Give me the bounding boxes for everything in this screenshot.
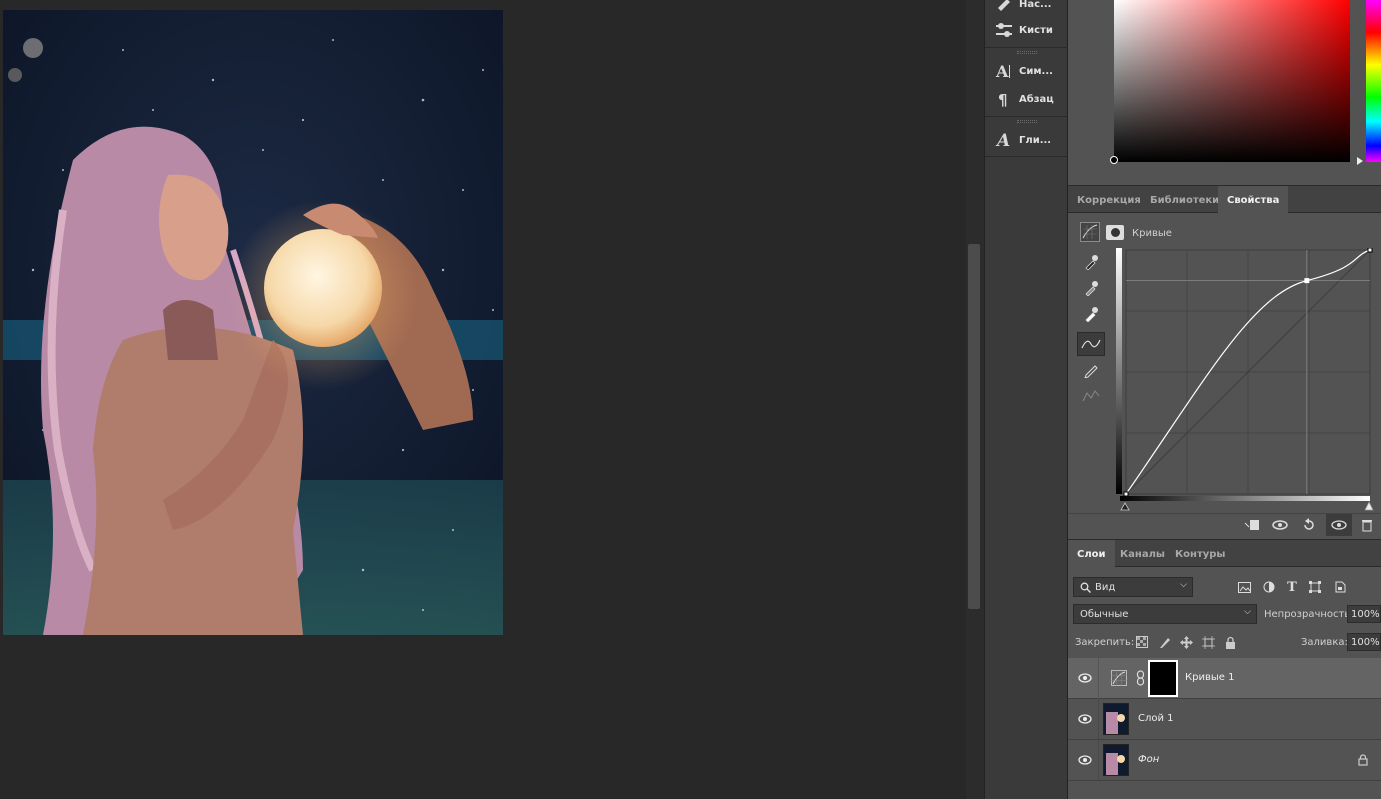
curve-endpoint-black[interactable] (1123, 491, 1129, 497)
smooth-curve-icon[interactable] (1077, 384, 1105, 408)
layer-name[interactable]: Фон (1138, 754, 1159, 765)
color-picker-cursor[interactable] (1110, 156, 1118, 164)
layer-thumbnail[interactable] (1103, 744, 1129, 776)
brush-presets-icon (998, 0, 1010, 11)
blend-mode-select[interactable]: Обычные ⌵ (1073, 604, 1257, 624)
layer-thumbnail[interactable] (1103, 703, 1129, 735)
layer-row-curves[interactable]: Кривые 1 (1068, 658, 1381, 699)
curves-adjustment-icon[interactable] (1080, 222, 1100, 242)
input-gradient-bar (1120, 496, 1370, 501)
fill-label: Заливка: (1301, 637, 1348, 648)
eyedropper-white-icon[interactable] (1077, 302, 1105, 326)
filter-pixel-icon[interactable] (1235, 578, 1253, 596)
hue-slider-handle[interactable] (1357, 157, 1363, 165)
dock-grip[interactable] (1017, 120, 1037, 123)
dock-item-brush-settings[interactable]: Кисти (985, 17, 1069, 43)
dock-item-glyphs[interactable]: A Гли... (985, 127, 1069, 153)
filter-type-icon[interactable]: T (1283, 578, 1301, 596)
chevron-down-icon: ⌵ (1244, 607, 1251, 617)
tab-channels[interactable]: Каналы (1111, 540, 1174, 568)
dock-grip[interactable] (1017, 51, 1037, 54)
opacity-label: Непрозрачность: (1264, 609, 1354, 620)
dock-item-character[interactable]: A Сим... (985, 58, 1069, 84)
dock-item-label: Нас... (1019, 0, 1052, 10)
tab-layers[interactable]: Слои (1068, 540, 1115, 568)
search-icon (1080, 582, 1091, 593)
eyedropper-gray-icon[interactable] (1077, 276, 1105, 300)
black-point-slider[interactable] (1120, 502, 1130, 511)
filter-adjustment-icon[interactable] (1260, 578, 1278, 596)
eye-icon[interactable] (1078, 714, 1092, 724)
pencil-draw-icon[interactable] (1077, 358, 1105, 382)
brush-settings-icon (996, 23, 1012, 37)
dock-item-brush-presets[interactable]: Нас... (985, 0, 1069, 17)
curves-adjustment-icon (1111, 670, 1127, 686)
dock-item-label: Кисти (1019, 24, 1053, 36)
layer-name[interactable]: Кривые 1 (1185, 672, 1234, 683)
curve-endpoint-white[interactable] (1367, 248, 1373, 253)
dock-item-paragraph[interactable]: ¶ Абзац (985, 86, 1069, 112)
photo-illustration (3, 10, 503, 635)
filter-smart-object-icon[interactable] (1331, 578, 1349, 596)
opacity-input[interactable]: 100% (1347, 605, 1381, 623)
dock-item-label: Абзац (1019, 93, 1054, 105)
lock-label: Закрепить: (1075, 637, 1135, 648)
lock-image-pixels-icon[interactable] (1155, 633, 1173, 651)
dock-item-label: Гли... (1019, 134, 1052, 146)
layer-name[interactable]: Слой 1 (1138, 713, 1174, 724)
clip-to-layer-icon[interactable] (1243, 516, 1261, 534)
curve-control-point[interactable] (1304, 278, 1310, 284)
color-saturation-field[interactable] (1114, 0, 1350, 162)
properties-title: Кривые (1132, 228, 1172, 239)
tab-libraries[interactable]: Библиотеки (1141, 186, 1228, 214)
fill-input[interactable]: 100% (1347, 633, 1381, 651)
lock-position-icon[interactable] (1177, 633, 1195, 651)
document-image[interactable] (3, 10, 503, 635)
eye-icon[interactable] (1078, 673, 1092, 683)
layer-filter-select[interactable]: Вид ⌵ (1073, 577, 1193, 597)
svg-text:A: A (995, 63, 1009, 79)
link-chain-icon[interactable] (1136, 670, 1146, 686)
curves-graph[interactable] (1116, 248, 1374, 513)
view-previous-state-icon[interactable] (1271, 516, 1289, 534)
paragraph-icon: ¶ (998, 91, 1008, 107)
collapsed-panel-dock: Нас... Кисти A Сим... ¶ Абзац A Гли... (984, 0, 1069, 799)
character-icon: A (995, 63, 1010, 79)
lock-artboard-icon[interactable] (1199, 633, 1217, 651)
layer-row-background[interactable]: Фон (1068, 740, 1381, 781)
layer-mask-thumbnail[interactable] (1148, 660, 1178, 697)
layer-row-layer1[interactable]: Слой 1 (1068, 699, 1381, 740)
eyedropper-black-icon[interactable] (1077, 250, 1105, 274)
mask-icon[interactable] (1106, 225, 1124, 240)
adjustments-tabbar: Коррекция Библиотеки Свойства (1068, 185, 1381, 214)
tab-properties[interactable]: Свойства (1218, 186, 1289, 214)
glyphs-icon: A (995, 131, 1010, 149)
white-point-slider[interactable] (1364, 501, 1374, 511)
lock-all-icon[interactable] (1221, 633, 1239, 651)
chevron-down-icon: ⌵ (1180, 580, 1187, 590)
reset-icon[interactable] (1300, 516, 1318, 534)
svg-text:A: A (995, 131, 1010, 149)
dock-item-label: Сим... (1019, 65, 1053, 77)
hue-slider[interactable] (1366, 0, 1381, 162)
lock-transparent-pixels-icon[interactable] (1133, 633, 1151, 651)
curve-points-tool-icon[interactable] (1077, 332, 1105, 356)
scrollbar-thumb[interactable] (968, 244, 980, 609)
filter-shape-icon[interactable] (1306, 578, 1324, 596)
lock-icon[interactable] (1358, 754, 1368, 766)
layer-filter-value: Вид (1095, 581, 1116, 593)
eye-icon[interactable] (1078, 755, 1092, 765)
tab-paths[interactable]: Контуры (1166, 540, 1234, 568)
layers-tabbar: Слои Каналы Контуры (1068, 539, 1381, 568)
svg-text:¶: ¶ (998, 91, 1008, 107)
blend-mode-value: Обычные (1080, 608, 1129, 620)
trash-icon[interactable] (1358, 516, 1376, 534)
tab-adjustments[interactable]: Коррекция (1068, 186, 1150, 214)
toggle-visibility-icon[interactable] (1326, 514, 1352, 536)
